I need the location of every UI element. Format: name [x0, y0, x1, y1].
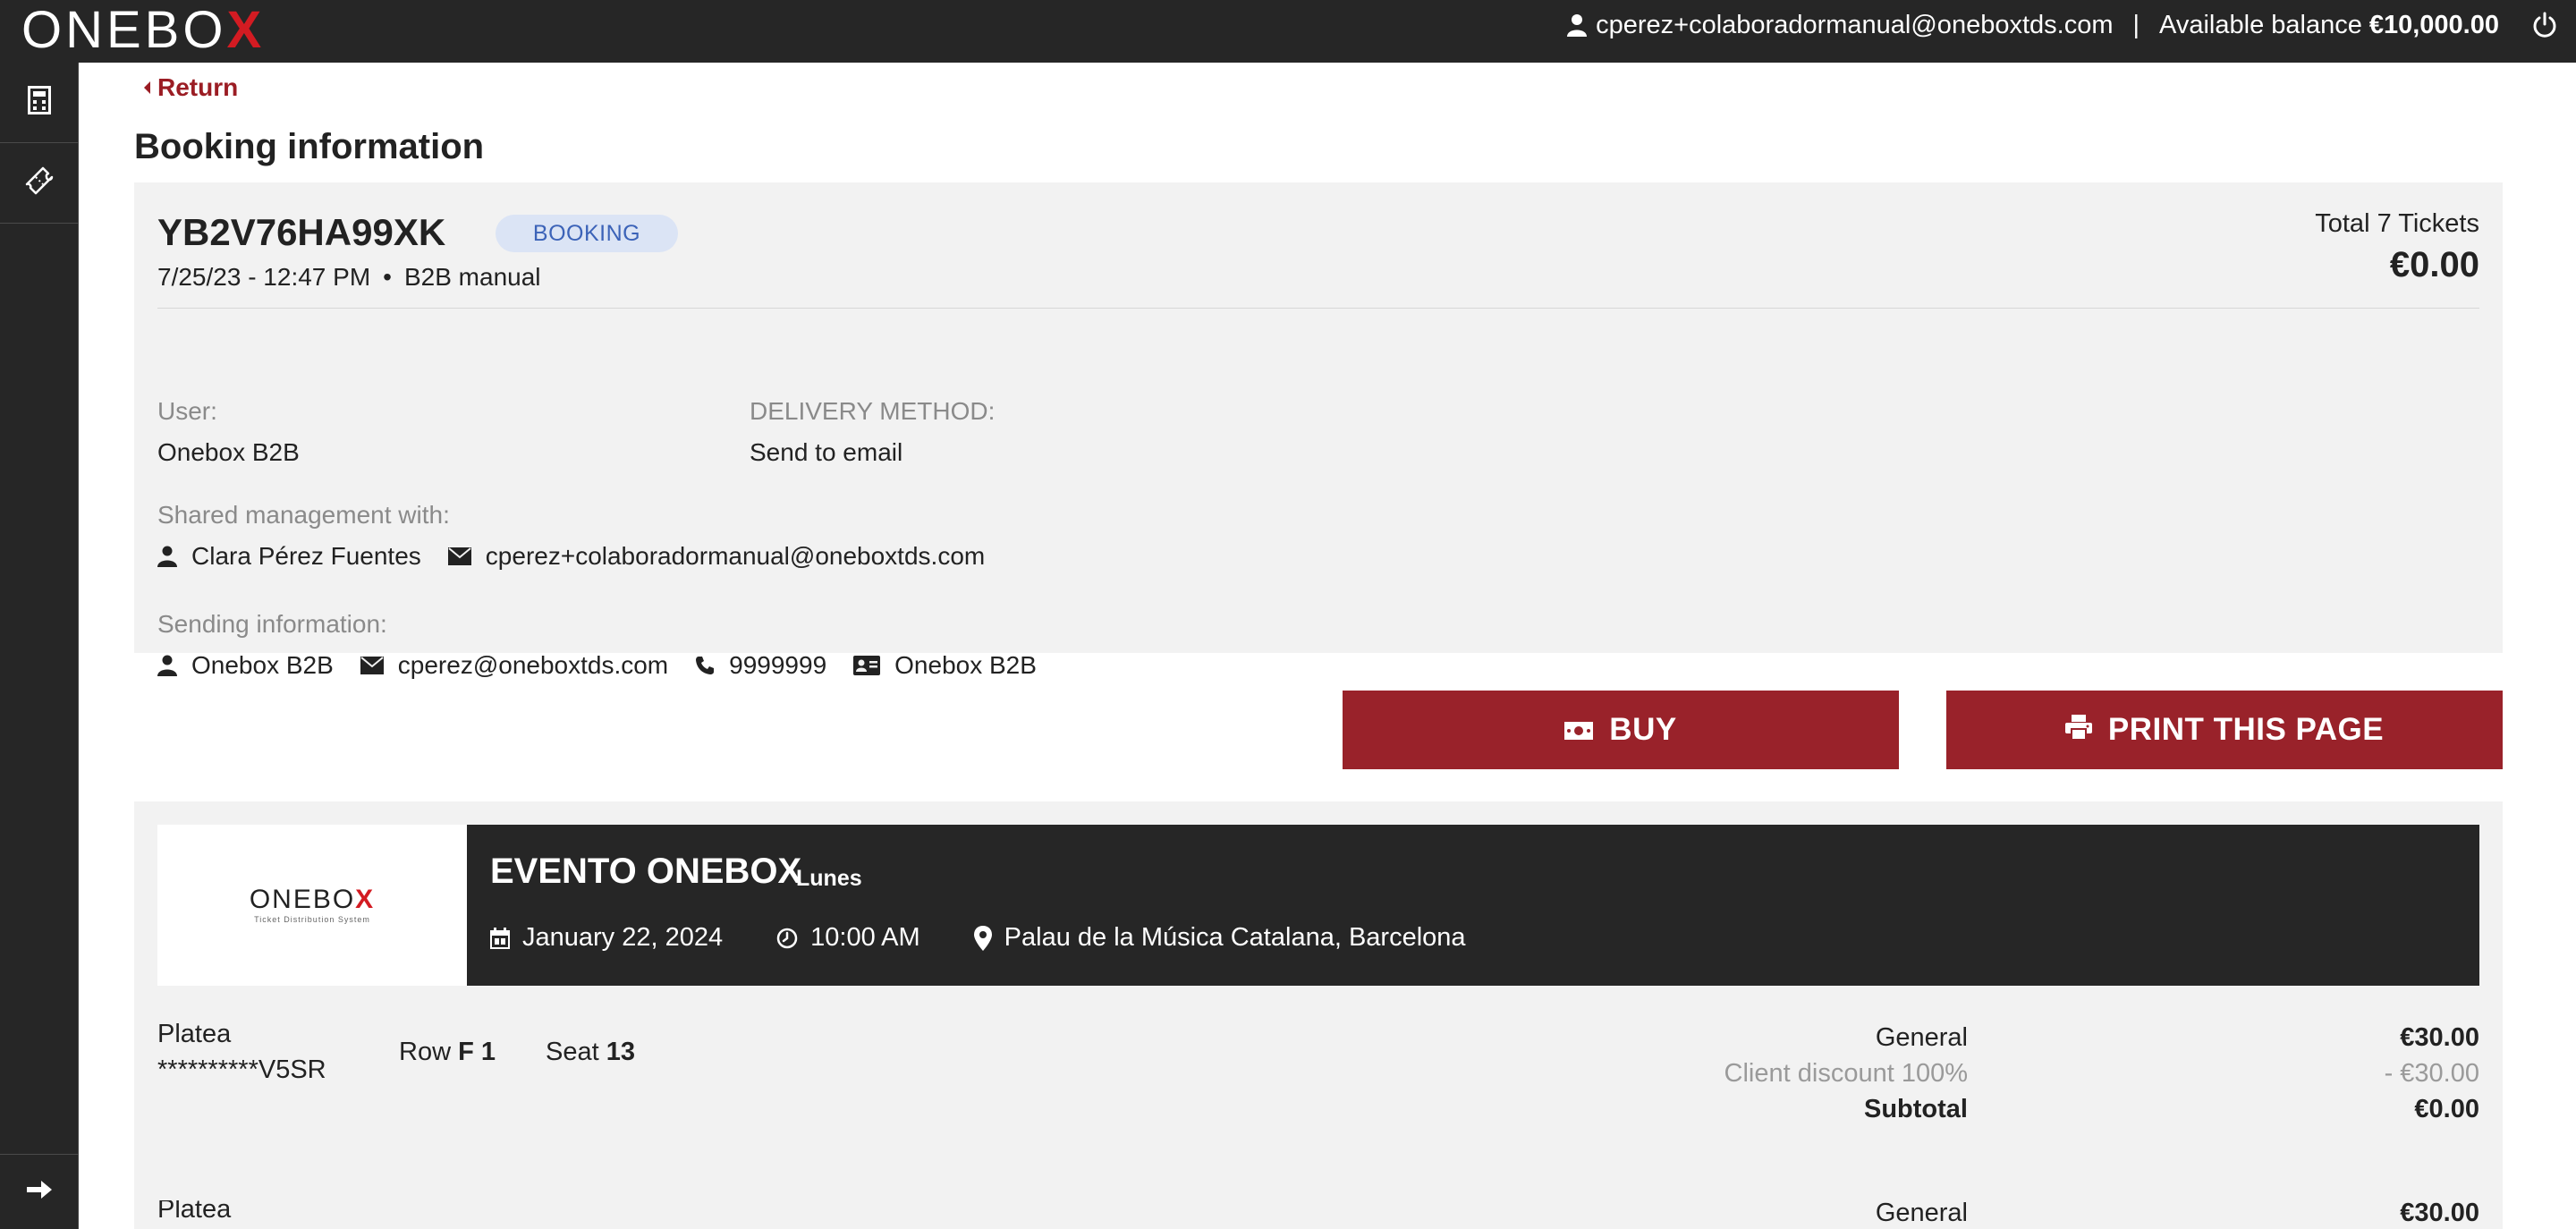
balance-label: Available balance	[2159, 10, 2362, 39]
return-link[interactable]: Return	[141, 73, 238, 102]
sidebar-item-tickets[interactable]	[0, 143, 79, 224]
event-time: 10:00 AM	[810, 923, 920, 952]
price-general-label: General	[1875, 1023, 1968, 1052]
event-name: EVENTO ONEBOX	[490, 852, 802, 891]
onebox-logo[interactable]: ONEBOX	[21, 4, 265, 57]
booking-meta: 7/25/23 - 12:47 PM • B2B manual	[157, 263, 541, 292]
money-icon	[1564, 712, 1609, 748]
arrow-right-icon	[25, 1178, 54, 1206]
user-email: cperez+colaboradormanual@oneboxtds.com	[1596, 10, 2114, 39]
booking-info-card: YB2V76HA99XK BOOKING 7/25/23 - 12:47 PM •…	[134, 182, 2503, 679]
clock-icon	[776, 928, 798, 949]
sending-information-row: Onebox B2B cperez@oneboxtds.com 9999999 …	[157, 651, 1037, 680]
user-value: Onebox B2B	[157, 438, 300, 466]
top-bar: ONEBOX cperez+colaboradormanual@oneboxtd…	[0, 0, 2576, 63]
price-general-value: €30.00	[2400, 1023, 2479, 1052]
buy-button[interactable]: BUY	[1343, 691, 1899, 769]
booking-code: YB2V76HA99XK	[157, 211, 446, 253]
price-values: €30.00	[2211, 1200, 2479, 1229]
id-card-icon	[853, 656, 881, 675]
sending-id: Onebox B2B	[894, 651, 1037, 679]
total-amount: €0.00	[2389, 245, 2479, 284]
discount-value: - €30.00	[2384, 1059, 2479, 1088]
user-label: User:	[157, 397, 217, 425]
sidebar-item-calculator[interactable]	[0, 63, 79, 143]
status-badge: BOOKING	[496, 215, 678, 252]
caret-left-icon	[141, 73, 157, 102]
discount-label: Client discount 100%	[1724, 1059, 1968, 1088]
meta-dot: •	[383, 263, 392, 291]
ticket-row: Platea General €30.00	[134, 1200, 2503, 1229]
calculator-icon	[28, 86, 51, 119]
buy-label: BUY	[1609, 712, 1677, 747]
print-button[interactable]: PRINT THIS PAGE	[1946, 691, 2503, 769]
main-content: Return Booking information YB2V76HA99XK …	[79, 63, 2576, 1229]
user-icon	[157, 546, 177, 567]
price-general-label: General	[1875, 1200, 1968, 1227]
delivery-method-value: Send to email	[750, 438, 903, 466]
phone-icon	[695, 656, 715, 675]
return-label: Return	[157, 73, 239, 101]
price-values: €30.00 - €30.00 €0.00	[2211, 1020, 2479, 1127]
booking-datetime: 7/25/23 - 12:47 PM	[157, 263, 371, 291]
ticket-icon	[23, 165, 55, 201]
ticket-row-info: Row F 1	[399, 1038, 496, 1066]
price-labels: General Client discount 100% Subtotal	[1628, 1020, 1968, 1127]
ticket-zone: Platea	[157, 1020, 232, 1048]
user-icon	[157, 655, 177, 676]
event-details: January 22, 2024 10:00 AM Palau de la Mú…	[490, 923, 1466, 953]
event-day: Lunes	[796, 866, 862, 891]
envelope-icon	[360, 657, 384, 674]
total-tickets-label: Total 7 Tickets	[2315, 209, 2479, 238]
balance-amount: €10,000.00	[2368, 10, 2499, 39]
print-label: PRINT THIS PAGE	[2107, 712, 2385, 747]
ticket-seat-info: Seat 13	[546, 1038, 635, 1066]
calendar-icon	[490, 927, 510, 949]
event-venue: Palau de la Música Catalana, Barcelona	[1004, 923, 1466, 952]
printer-icon	[2064, 712, 2108, 748]
shared-management-label: Shared management with:	[157, 501, 450, 529]
ticket-code: **********V5SR	[157, 1055, 326, 1084]
event-logo-subtitle: Ticket Distribution System	[254, 915, 370, 924]
separator: |	[2132, 10, 2140, 39]
envelope-icon	[447, 547, 471, 565]
shared-email: cperez+colaboradormanual@oneboxtds.com	[485, 542, 986, 570]
subtotal-value: €0.00	[2414, 1095, 2479, 1123]
event-date: January 22, 2024	[522, 923, 724, 952]
sending-phone: 9999999	[729, 651, 827, 679]
event-header: EVENTO ONEBOX Lunes January 22, 2024 10:…	[467, 825, 2479, 986]
power-icon[interactable]	[2531, 12, 2558, 38]
ticket-zone: Platea	[157, 1200, 232, 1224]
shared-management-row: Clara Pérez Fuentes cperez+colaboradorma…	[157, 542, 985, 571]
booking-channel: B2B manual	[403, 263, 541, 291]
sidebar-expand-button[interactable]	[0, 1154, 79, 1229]
user-icon	[1567, 13, 1588, 37]
delivery-method-label: DELIVERY METHOD:	[750, 397, 996, 425]
map-pin-icon	[973, 925, 992, 951]
sidebar	[0, 63, 79, 1229]
event-logo-text: ONEBOX	[249, 885, 376, 914]
subtotal-label: Subtotal	[1864, 1095, 1968, 1123]
sending-name: Onebox B2B	[191, 651, 334, 679]
event-card: ONEBOX Ticket Distribution System EVENTO…	[134, 801, 2503, 1229]
sending-information-label: Sending information:	[157, 610, 387, 638]
event-logo: ONEBOX Ticket Distribution System	[157, 825, 467, 986]
price-general-value: €30.00	[2400, 1200, 2479, 1227]
account-area: cperez+colaboradormanual@oneboxtds.com |…	[1567, 0, 2558, 50]
ticket-row: Platea **********V5SR Row F 1 Seat 13 Ge…	[134, 1020, 2503, 1181]
divider	[157, 308, 2479, 309]
shared-name: Clara Pérez Fuentes	[191, 542, 421, 570]
sending-email: cperez@oneboxtds.com	[397, 651, 669, 679]
page-title: Booking information	[134, 127, 485, 166]
price-labels: General	[1628, 1200, 1968, 1229]
